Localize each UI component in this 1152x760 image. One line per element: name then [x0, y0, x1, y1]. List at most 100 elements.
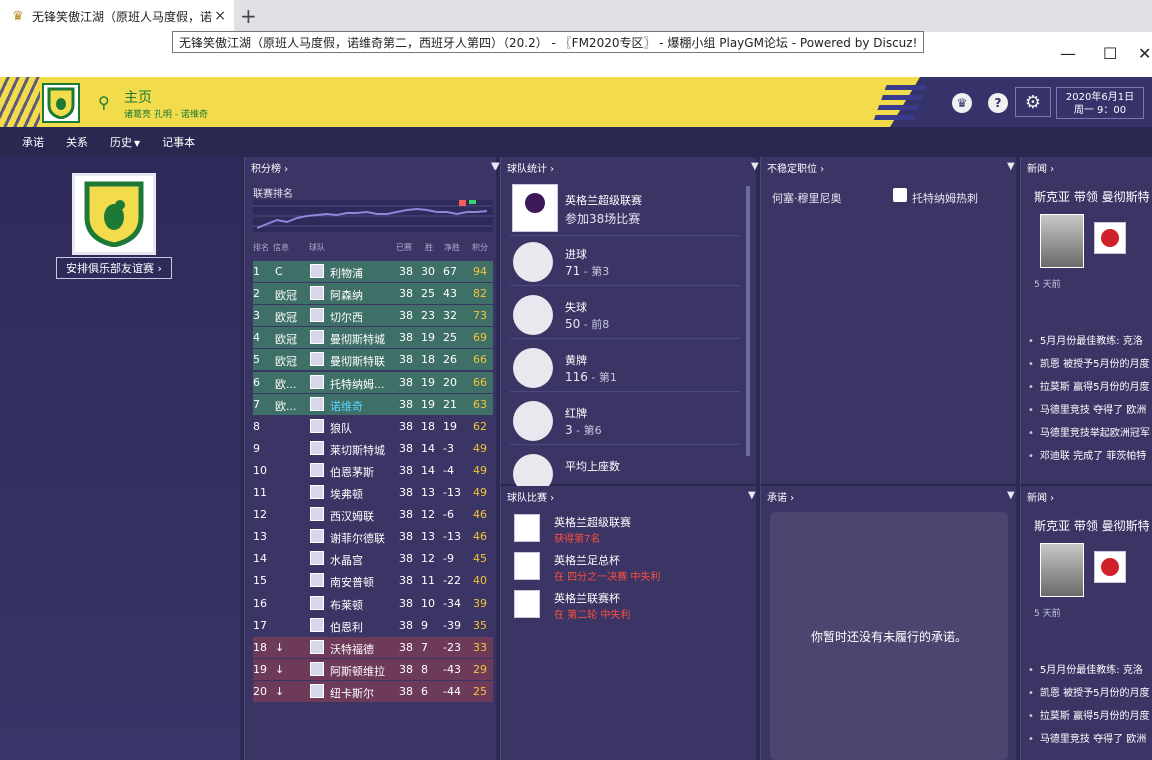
search-icon[interactable]: ⚲ [98, 93, 110, 112]
news-item[interactable]: 马德里竞技 夺得了 欧洲 [1028, 730, 1146, 745]
col-info[interactable]: 信息 [273, 242, 289, 253]
table-row[interactable]: 3 欧冠 切尔西 38 23 32 73 [253, 305, 493, 327]
row-team[interactable]: 伯恩茅斯 [330, 464, 374, 480]
table-row[interactable]: 5 欧冠 曼彻斯特联 38 18 26 66 [253, 349, 493, 371]
row-team[interactable]: 谢菲尔德联 [330, 530, 385, 546]
table-row[interactable]: 20 ↓ 纽卡斯尔 38 6 -44 25 [253, 680, 493, 702]
stats-row[interactable]: 进球 71 - 第3 [510, 236, 740, 286]
table-row[interactable]: 2 欧冠 阿森纳 38 25 43 82 [253, 283, 493, 305]
browser-tab[interactable]: ♛ 无锋笑傲江湖（原班人马度假，诺 × [0, 0, 234, 32]
row-team[interactable]: 诺维奇 [330, 398, 363, 414]
table-row[interactable]: 19 ↓ 阿斯顿维拉 38 8 -43 29 [253, 658, 493, 680]
table-row[interactable]: 9 莱切斯特城 38 14 -3 49 [253, 437, 493, 459]
panel-title-competitions[interactable]: 球队比赛 › [501, 486, 756, 506]
row-team[interactable]: 阿森纳 [330, 287, 363, 303]
maximize-button[interactable]: ☐ [1103, 44, 1117, 63]
chevron-down-icon[interactable]: ▼ [1007, 161, 1015, 172]
row-team[interactable]: 埃弗顿 [330, 486, 363, 502]
table-row[interactable]: 10 伯恩茅斯 38 14 -4 49 [253, 459, 493, 481]
chevron-down-icon[interactable]: ▼ [492, 161, 500, 172]
row-team[interactable]: 西汉姆联 [330, 508, 374, 524]
table-row[interactable]: 14 水晶宫 38 12 -9 45 [253, 548, 493, 570]
table-row[interactable]: 7 欧... 诺维奇 38 19 21 63 [253, 393, 493, 415]
competition-row[interactable]: 英格兰超级联赛 获得第7名 [510, 512, 750, 550]
row-team[interactable]: 狼队 [330, 420, 352, 436]
col-pos[interactable]: 排名 [253, 242, 269, 253]
chevron-down-icon[interactable]: ▼ [1007, 490, 1015, 501]
table-row[interactable]: 12 西汉姆联 38 12 -6 46 [253, 504, 493, 526]
news-item[interactable]: 5月月份最佳教练: 克洛 [1028, 332, 1143, 347]
row-team[interactable]: 布莱顿 [330, 597, 363, 613]
news-headline[interactable]: 斯克亚 带领 曼彻斯特 [1034, 517, 1150, 534]
row-team[interactable]: 阿斯顿维拉 [330, 663, 385, 679]
table-row[interactable]: 1 C 利物浦 38 30 67 94 [253, 261, 493, 282]
table-row[interactable]: 15 南安普顿 38 11 -22 40 [253, 570, 493, 592]
row-team[interactable]: 水晶宫 [330, 552, 363, 568]
subnav-notebook[interactable]: 记事本 [162, 134, 195, 150]
row-team[interactable]: 切尔西 [330, 309, 363, 325]
news-item[interactable]: 邓迪联 完成了 菲茨帕特 [1028, 447, 1146, 462]
table-row[interactable]: 4 欧冠 曼彻斯特城 38 19 25 69 [253, 327, 493, 349]
date-display[interactable]: 2020年6月1日 周一 9：00 [1056, 87, 1144, 119]
table-row[interactable]: 13 谢菲尔德联 38 13 -13 46 [253, 526, 493, 548]
chevron-down-icon[interactable]: ▼ [748, 490, 756, 501]
stats-row[interactable]: 黄牌 116 - 第1 [510, 342, 740, 392]
panel-title-stats[interactable]: 球队统计 › [501, 157, 756, 177]
help-icon[interactable]: ? [988, 93, 1008, 113]
col-team[interactable]: 球队 [309, 242, 325, 253]
news-item[interactable]: 拉莫斯 赢得5月份的月度 [1028, 707, 1150, 722]
row-team[interactable]: 曼彻斯特联 [330, 353, 385, 369]
unsettled-club[interactable]: 托特纳姆热刺 [912, 190, 978, 206]
news-item[interactable]: 凯恩 被授予5月份的月度 [1028, 355, 1150, 370]
col-pts[interactable]: 积分 [472, 242, 488, 253]
unsettled-person[interactable]: 何塞·穆里尼奥 [772, 190, 842, 206]
news-item[interactable]: 5月月份最佳教练: 克洛 [1028, 661, 1143, 676]
panel-title-news[interactable]: 新闻 › [1021, 157, 1152, 177]
row-team[interactable]: 纽卡斯尔 [330, 685, 374, 701]
competition-row[interactable]: 英格兰联赛杯在 第二轮 中失利 [510, 588, 750, 626]
close-window-button[interactable]: ✕ [1138, 44, 1151, 63]
stats-row[interactable]: 红牌 3 - 第6 [510, 395, 740, 445]
trophy-cabinet-icon[interactable]: ♛ [952, 93, 972, 113]
stats-row[interactable]: 失球 50 - 前8 [510, 289, 740, 339]
club-badge-large[interactable] [72, 173, 156, 255]
stats-league-row[interactable]: 英格兰超级联赛 参加38场比赛 [510, 182, 740, 236]
panel-title-league[interactable]: 积分榜 › [245, 157, 496, 177]
col-played[interactable]: 已赛 [396, 242, 412, 253]
col-won[interactable]: 胜 [425, 242, 433, 253]
minimize-button[interactable]: — [1060, 44, 1076, 63]
subnav-relations[interactable]: 关系 [66, 134, 88, 150]
table-row[interactable]: 6 欧... 托特纳姆... 38 19 20 66 [253, 371, 493, 393]
club-badge-small[interactable] [42, 83, 80, 123]
competition-row[interactable]: 英格兰足总杯在 四分之一决赛 中失利 [510, 550, 750, 588]
subnav-promises[interactable]: 承诺 [22, 134, 44, 150]
row-team[interactable]: 曼彻斯特城 [330, 331, 385, 347]
tab-close-icon[interactable]: × [214, 8, 226, 24]
news-item[interactable]: 马德里竞技 夺得了 欧洲 [1028, 401, 1146, 416]
table-row[interactable]: 8 狼队 38 18 19 62 [253, 415, 493, 437]
table-row[interactable]: 11 埃弗顿 38 13 -13 49 [253, 482, 493, 503]
subnav-history[interactable]: 历史 ▼ [110, 134, 140, 150]
chevron-down-icon[interactable]: ▼ [751, 161, 759, 172]
news-item[interactable]: 马德里竞技举起欧洲冠军 [1028, 424, 1150, 439]
row-team[interactable]: 南安普顿 [330, 574, 374, 590]
gear-icon[interactable]: ⚙ [1015, 87, 1051, 117]
panel-title-unsettled[interactable]: 不稳定职位 › [761, 157, 1016, 177]
news-item[interactable]: 拉莫斯 赢得5月份的月度 [1028, 378, 1150, 393]
new-tab-button[interactable]: + [240, 4, 257, 28]
row-team[interactable]: 托特纳姆... [330, 376, 385, 392]
row-team[interactable]: 莱切斯特城 [330, 442, 385, 458]
panel-title-promises[interactable]: 承诺 › [761, 486, 1016, 506]
row-team[interactable]: 沃特福德 [330, 641, 374, 657]
table-row[interactable]: 17 伯恩利 38 9 -39 35 [253, 614, 493, 636]
arrange-friendly-button[interactable]: 安排俱乐部友谊赛 › [56, 257, 172, 279]
panel-title-news[interactable]: 新闻 › [1021, 486, 1152, 506]
row-team[interactable]: 利物浦 [330, 265, 363, 281]
news-item[interactable]: 凯恩 被授予5月份的月度 [1028, 684, 1150, 699]
table-row[interactable]: 16 布莱顿 38 10 -34 39 [253, 592, 493, 614]
news-headline[interactable]: 斯克亚 带领 曼彻斯特 [1034, 188, 1150, 205]
table-row[interactable]: 18 ↓ 沃特福德 38 7 -23 33 [253, 636, 493, 658]
col-gd[interactable]: 净胜 [444, 242, 460, 253]
row-team[interactable]: 伯恩利 [330, 619, 363, 635]
stats-scrollbar[interactable] [746, 186, 750, 456]
